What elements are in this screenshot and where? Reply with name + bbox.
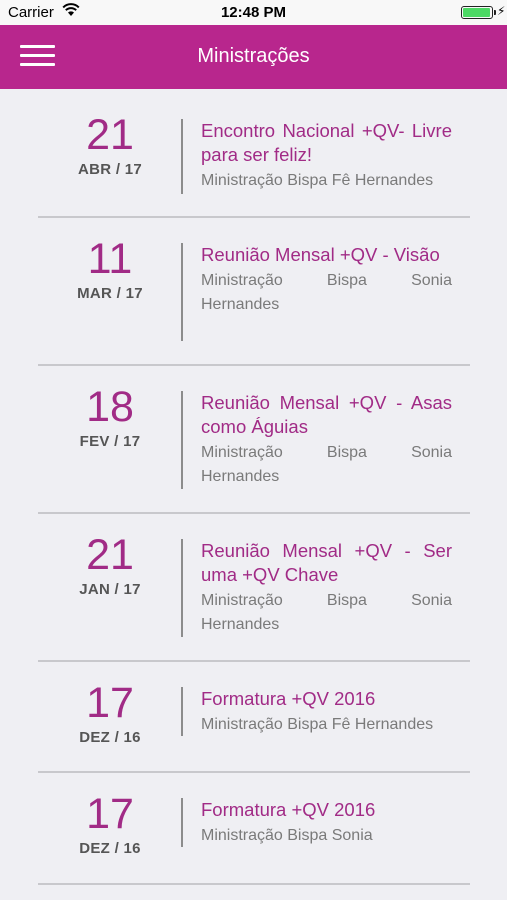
- item-content: Reunião Mensal +QV - Asas como Águias Mi…: [201, 391, 452, 489]
- page-title: Ministrações: [197, 45, 310, 67]
- item-content: Reunião Mensal +QV - Ser uma +QV Chave M…: [201, 539, 452, 637]
- date-box: 21 JAN / 17: [38, 531, 182, 599]
- date-box: 17 DEZ / 16: [38, 679, 182, 747]
- item-title: Encontro Nacional +QV- Livre para ser fe…: [201, 120, 452, 165]
- month-year: DEZ / 16: [79, 840, 141, 857]
- item-subtitle: Ministração Bispa Fê Hernandes: [201, 716, 434, 733]
- separator-line: [181, 391, 183, 489]
- item-subtitle: Ministração Bispa Sonia Hernandes: [201, 444, 452, 485]
- item-title: Reunião Mensal +QV - Visão: [201, 244, 440, 265]
- day-number: 17: [86, 679, 134, 727]
- item-subtitle: Ministração Bispa Fê Hernandes: [201, 172, 434, 189]
- month-year: MAR / 17: [77, 285, 143, 302]
- list-item[interactable]: 17 DEZ / 16 Formatura +QV 2016 Ministraç…: [0, 773, 507, 885]
- day-number: 21: [86, 111, 134, 159]
- day-number: 11: [87, 235, 133, 283]
- day-number: 21: [86, 531, 134, 579]
- item-subtitle: Ministração Bispa Sonia: [201, 827, 373, 844]
- day-number: 18: [86, 383, 134, 431]
- month-year: FEV / 17: [79, 433, 141, 450]
- month-year: JAN / 17: [79, 581, 141, 598]
- date-box: 17 DEZ / 16: [38, 790, 182, 858]
- separator-line: [181, 687, 183, 736]
- item-content: Formatura +QV 2016 Ministração Bispa Fê …: [201, 687, 452, 737]
- item-content: Formatura +QV 2016 Ministração Bispa Son…: [201, 798, 452, 848]
- list-item[interactable]: 11 MAR / 17 Reunião Mensal +QV - Visão M…: [0, 218, 507, 366]
- item-title: Reunião Mensal +QV - Asas como Águias: [201, 392, 452, 437]
- battery-icon: ⚡: [461, 4, 505, 19]
- date-box: 18 FEV / 17: [38, 383, 182, 451]
- navigation-bar: Ministrações: [0, 25, 507, 89]
- item-title: Formatura +QV 2016: [201, 688, 376, 709]
- list-item[interactable]: 18 FEV / 17 Reunião Mensal +QV - Asas co…: [0, 366, 507, 514]
- date-box: 11 MAR / 17: [38, 235, 182, 303]
- item-title: Formatura +QV 2016: [201, 799, 376, 820]
- ministries-list: 21 ABR / 17 Encontro Nacional +QV- Livre…: [0, 89, 507, 885]
- day-number: 17: [86, 790, 134, 838]
- separator-line: [181, 539, 183, 637]
- item-content: Encontro Nacional +QV- Livre para ser fe…: [201, 119, 452, 193]
- item-content: Reunião Mensal +QV - Visão Ministração B…: [201, 243, 452, 317]
- date-box: 21 ABR / 17: [38, 111, 182, 179]
- status-bar: Carrier 12:48 PM ⚡: [0, 0, 507, 25]
- item-subtitle: Ministração Bispa Sonia Hernandes: [201, 592, 452, 633]
- item-title: Reunião Mensal +QV - Ser uma +QV Chave: [201, 540, 452, 585]
- separator-line: [181, 243, 183, 341]
- row-divider: [38, 883, 470, 885]
- item-subtitle: Ministração Bispa Sonia Hernandes: [201, 272, 452, 313]
- month-year: ABR / 17: [77, 161, 143, 178]
- month-year: DEZ / 16: [79, 729, 141, 746]
- separator-line: [181, 119, 183, 194]
- list-item[interactable]: 21 ABR / 17 Encontro Nacional +QV- Livre…: [0, 89, 507, 218]
- separator-line: [181, 798, 183, 847]
- list-item[interactable]: 21 JAN / 17 Reunião Mensal +QV - Ser uma…: [0, 514, 507, 662]
- list-item[interactable]: 17 DEZ / 16 Formatura +QV 2016 Ministraç…: [0, 662, 507, 773]
- clock-time: 12:48 PM: [220, 4, 287, 21]
